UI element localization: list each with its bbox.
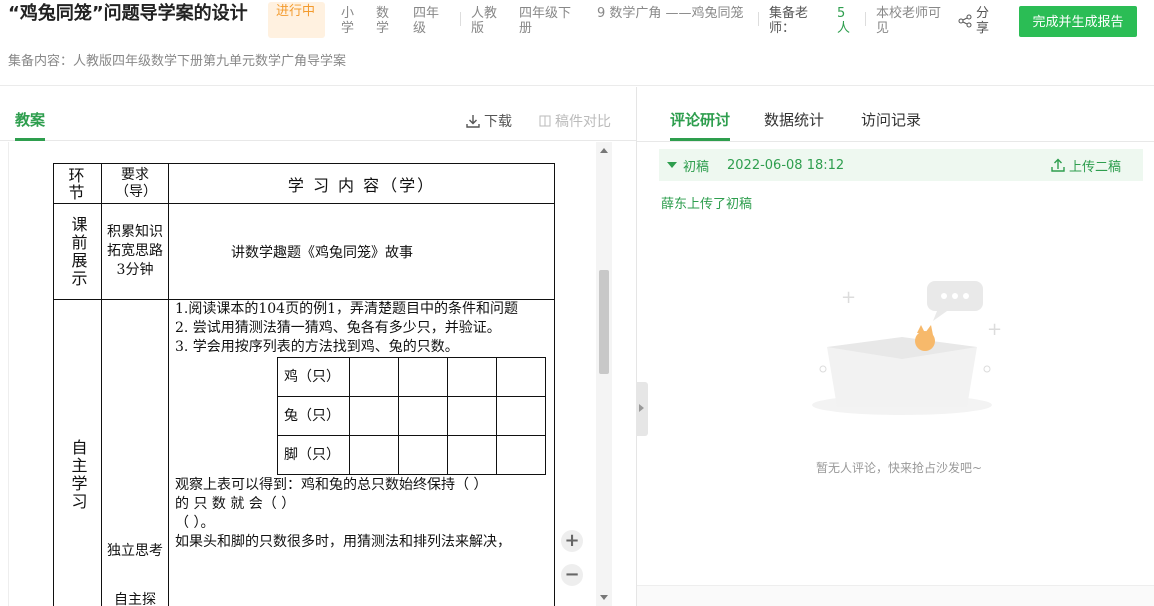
table-header-cell: 学 习 内 容（学） [168, 163, 555, 204]
share-label: 分享 [976, 6, 990, 36]
meta-teachers-label: 集备老师： [769, 6, 809, 36]
finish-report-button[interactable]: 完成并生成报告 [1019, 6, 1137, 37]
meta-grade: 四年级 [413, 6, 440, 36]
content-line: 如果头和脚的只数很多时，用猜测法和排列法来解决， [175, 534, 511, 550]
content-line: 1.阅读课本的104页的例1，弄清楚题目中的条件和问题 [175, 301, 518, 317]
table-header-cell: 环节 [53, 163, 102, 204]
document-viewer[interactable]: 环节 要求（导） 学 习 内 容（学） 课前展示 积累知识 拓宽思路 3分钟 讲数学… [8, 142, 612, 606]
meta-unit: 9 数学广角 ——鸡兔同笼 [597, 6, 744, 21]
table-row: 环节 要求（导） 学 习 内 容（学） [53, 163, 555, 204]
empty-box-icon: + + [812, 281, 1002, 415]
requirement-cell: 积累知识 拓宽思路 3分钟 [101, 203, 169, 300]
lesson-table: 环节 要求（导） 学 习 内 容（学） 课前展示 积累知识 拓宽思路 3分钟 讲数学… [53, 163, 555, 606]
upload-second-draft-button[interactable]: 上传二稿 [1051, 156, 1121, 175]
content-line: 观察上表可以得到：鸡和兔的总只数始终保持（ ） [175, 477, 488, 493]
zoom-in-button[interactable]: + [561, 530, 583, 552]
meta-divider [865, 12, 866, 26]
content-line: 3. 学会用按序列表的方法找到鸡、兔的只数。 [175, 339, 459, 355]
document-scrollbar[interactable] [596, 142, 612, 606]
tab-lesson-plan[interactable]: 教案 [15, 109, 46, 141]
table-row: 自主学习 独立思考 自主探 1.阅读课本的104页的例1，弄清楚题目中的条件和问题… [53, 299, 555, 606]
compare-label: 稿件对比 [555, 114, 611, 130]
content-line: 2. 尝试用猜测法猜一猜鸡、兔各有多少只，并验证。 [175, 320, 501, 336]
meta-divider [460, 12, 461, 26]
table-header-cell: 要求（导） [101, 163, 169, 204]
tab-visit-records[interactable]: 访问记录 [861, 109, 921, 138]
draft-label: 初稿 [683, 159, 710, 175]
stage-cell: 课前展示 [53, 203, 102, 300]
meta-stage: 小学 [341, 6, 355, 36]
meta-divider [758, 12, 759, 26]
discussion-panel: 评论研讨 数据统计 访问记录 初稿 2022-06-08 18:12 上传二稿 … [637, 87, 1154, 606]
compare-icon [539, 115, 551, 127]
comment-input-area[interactable] [637, 585, 1154, 606]
meta-subject: 数学 [376, 6, 390, 36]
download-label: 下载 [484, 114, 512, 130]
draft-version-bar[interactable]: 初稿 2022-06-08 18:12 上传二稿 [659, 149, 1143, 181]
caret-down-icon [667, 162, 677, 168]
zoom-out-button[interactable]: − [561, 564, 583, 586]
svg-text:+: + [987, 319, 1002, 340]
meta-edition: 人教版 [471, 6, 498, 36]
draft-time: 2022-06-08 18:12 [727, 157, 845, 173]
download-icon [466, 115, 480, 128]
tabbar-line [637, 141, 1154, 142]
download-button[interactable]: 下载 [466, 111, 512, 131]
status-badge: 进行中 [268, 2, 325, 38]
requirement-cell: 独立思考 自主探 [101, 299, 169, 606]
scroll-up-icon[interactable] [600, 148, 608, 153]
compare-button[interactable]: 稿件对比 [539, 111, 611, 131]
empty-comments-text: 暂无人评论，快来抢占沙发吧~ [816, 461, 983, 475]
guess-table: 鸡（只） 兔（只） 脚（只） [277, 357, 546, 475]
tab-statistics[interactable]: 数据统计 [764, 109, 824, 138]
meta-visibility: 本校老师可见 [876, 6, 942, 36]
share-button[interactable]: 分享 [958, 6, 994, 36]
stage-cell: 自主学习 [53, 299, 102, 606]
svg-text:+: + [841, 287, 856, 308]
content-cell: 1.阅读课本的104页的例1，弄清楚题目中的条件和问题 2. 尝试用猜测法猜一猜… [168, 299, 555, 606]
lesson-plan-panel: 教案 下载 稿件对比 环节 要求（导） 学 习 内 容（学） 课前展示 积累知识… [0, 87, 636, 606]
scroll-thumb[interactable] [599, 270, 609, 374]
page-header: “鸡兔同笼”问题导学案的设计 进行中 小学 数学 四年级 人教版 四年级下册 9… [0, 0, 1154, 86]
tab-comments[interactable]: 评论研讨 [670, 109, 731, 141]
content-line: （ ）。 [175, 515, 215, 531]
content-line: 的 只 数 就 会（ ） [175, 496, 296, 512]
page-title: “鸡兔同笼”问题导学案的设计 [8, 3, 248, 24]
scroll-down-icon[interactable] [600, 595, 608, 600]
upload-activity: 薛东上传了初稿 [661, 197, 753, 212]
content-cell: 讲数学趣题《鸡兔同笼》故事 [168, 203, 555, 300]
share-icon [958, 14, 972, 28]
table-row: 课前展示 积累知识 拓宽思路 3分钟 讲数学趣题《鸡兔同笼》故事 [53, 203, 555, 300]
meta-teacher-count[interactable]: 5人 [837, 6, 853, 36]
subtitle: 集备内容：人教版四年级数学下册第九单元数学广角导学案 [8, 54, 347, 69]
left-tabbar: 教案 下载 稿件对比 [0, 87, 636, 141]
upload-icon [1051, 158, 1065, 172]
meta-volume: 四年级下册 [519, 6, 572, 36]
